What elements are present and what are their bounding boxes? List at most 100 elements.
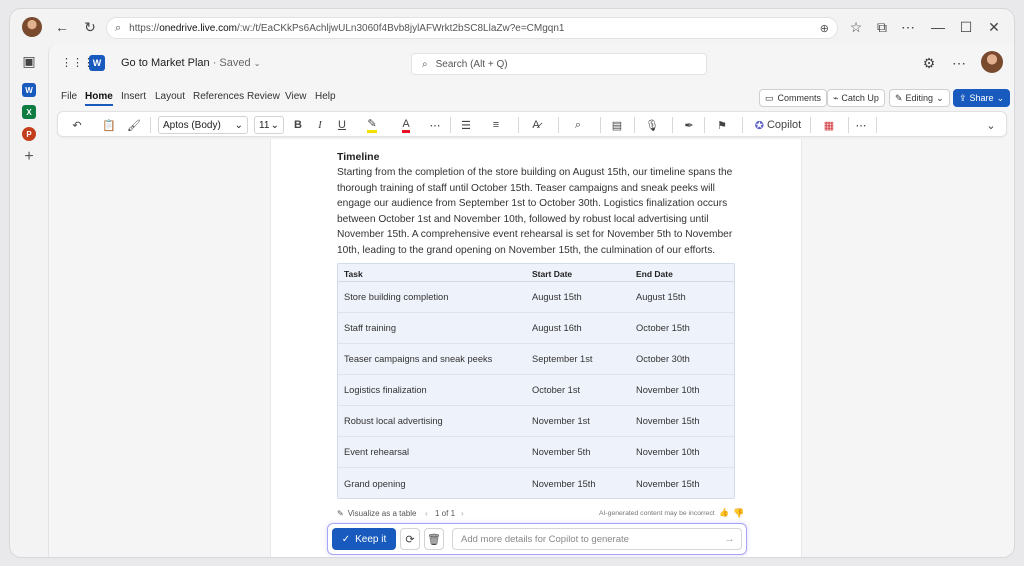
designer-icon[interactable]: ✒: [680, 117, 698, 133]
excel-app-icon[interactable]: X: [22, 105, 36, 119]
document-title[interactable]: Go to Market Plan · Saved ⌄: [121, 57, 260, 69]
font-name-select[interactable]: Aptos (Body) ⌄: [158, 116, 248, 134]
toolbar-divider: [558, 117, 559, 133]
timeline-table[interactable]: Task Start Date End Date Store building …: [337, 263, 735, 499]
sensitivity-icon[interactable]: ⚑: [712, 117, 732, 133]
timeline-paragraph[interactable]: Starting from the completion of the stor…: [337, 165, 735, 259]
user-avatar[interactable]: [981, 51, 1003, 73]
section-heading[interactable]: Timeline: [337, 151, 379, 163]
close-icon[interactable]: ✕: [984, 17, 1004, 37]
thumbs-up-icon[interactable]: 👍: [719, 508, 729, 517]
find-icon[interactable]: ⌕: [568, 117, 588, 133]
chevron-down-icon: ⌄: [270, 119, 279, 131]
app-rail: ▣ W X P +: [10, 45, 48, 557]
thumbs-down-icon[interactable]: 👎: [733, 508, 744, 519]
comment-icon: ▭: [765, 92, 774, 103]
tab-file[interactable]: File: [61, 91, 77, 102]
send-arrow-icon[interactable]: →: [724, 533, 735, 545]
maximize-icon[interactable]: ☐: [956, 17, 976, 37]
powerpoint-app-icon[interactable]: P: [22, 127, 36, 141]
table-row[interactable]: Event rehearsal November 5th November 10…: [338, 437, 734, 468]
editor-icon[interactable]: ▤: [608, 117, 626, 133]
table-row[interactable]: Staff training August 16th October 15th: [338, 313, 734, 344]
tab-layout[interactable]: Layout: [155, 91, 185, 102]
tab-help[interactable]: Help: [315, 91, 336, 102]
undo-icon[interactable]: ↶: [66, 117, 88, 133]
search-box[interactable]: ⌕ Search (Alt + Q): [411, 53, 707, 75]
next-icon[interactable]: ›: [461, 509, 464, 518]
table-header-cell: End Date: [636, 269, 673, 279]
comments-label: Comments: [777, 93, 822, 103]
word-app-icon[interactable]: W: [22, 83, 36, 97]
more-commands-icon[interactable]: ⋯: [854, 117, 868, 133]
expand-ribbon-icon[interactable]: ⌄: [984, 117, 998, 133]
table-row[interactable]: Grand opening November 15th November 15t…: [338, 468, 734, 499]
doc-save-status: · Saved: [209, 57, 254, 69]
underline-button[interactable]: U: [334, 117, 350, 133]
address-bar[interactable]: ⌕ https://onedrive.live.com/:w:/t/EaCKkP…: [106, 17, 838, 39]
discard-trash-icon[interactable]: 🗑: [424, 528, 444, 550]
more-icon[interactable]: ⋯: [898, 17, 918, 37]
editing-mode-button[interactable]: ✎ Editing ⌄: [889, 89, 950, 107]
settings-gear-icon[interactable]: ⚙: [919, 53, 939, 73]
font-size-select[interactable]: 11 ⌄: [254, 116, 284, 134]
table-cell: Event rehearsal: [344, 447, 410, 457]
chevron-down-icon: ⌄: [253, 59, 261, 68]
table-row[interactable]: Robust local advertising November 1st No…: [338, 406, 734, 437]
regenerate-icon[interactable]: ⟳: [400, 528, 420, 550]
italic-button[interactable]: I: [312, 117, 328, 133]
favorites-icon[interactable]: ☆: [846, 17, 866, 37]
font-color-button[interactable]: A: [398, 117, 414, 133]
more-options-icon[interactable]: ⋯: [949, 53, 969, 73]
paste-icon[interactable]: 📋: [98, 117, 120, 133]
font-name-value: Aptos (Body): [163, 119, 221, 131]
bold-button[interactable]: B: [290, 117, 306, 133]
copilot-prompt-input[interactable]: Add more details for Copilot to generate…: [452, 528, 742, 550]
profile-avatar[interactable]: [22, 17, 42, 37]
minimize-icon[interactable]: —: [928, 17, 948, 37]
keep-it-button[interactable]: ✓ Keep it: [332, 528, 396, 550]
bullets-icon[interactable]: ☰: [456, 117, 476, 133]
tab-home[interactable]: Home: [85, 91, 113, 106]
align-icon[interactable]: ≡: [486, 117, 506, 133]
comments-button[interactable]: ▭ Comments: [759, 89, 828, 107]
copilot-button[interactable]: ✪ Copilot: [752, 117, 804, 133]
table-header-cell: Start Date: [532, 269, 573, 279]
app-available-icon[interactable]: ⊕: [820, 22, 829, 35]
browser-window: ← ↻ ⌕ https://onedrive.live.com/:w:/t/Ea…: [9, 8, 1015, 558]
table-row[interactable]: Logistics finalization October 1st Novem…: [338, 375, 734, 406]
catchup-button[interactable]: ⌁ Catch Up: [827, 89, 885, 107]
word-logo-icon[interactable]: W: [89, 55, 105, 71]
tabs-icon[interactable]: ▣: [19, 51, 39, 71]
ai-disclaimer: AI-generated content may be incorrect: [599, 510, 715, 517]
toolbar-divider: [876, 117, 877, 133]
dictate-microphone-icon[interactable]: 🎙: [642, 117, 662, 133]
url-path: /:w:/t/EaCKkPs6AchljwULn3060f4Bvb8jylAFW…: [237, 22, 565, 34]
table-cell: Grand opening: [344, 478, 406, 489]
visualize-table-link[interactable]: ✎ Visualize as a table: [337, 509, 417, 518]
back-icon[interactable]: ←: [52, 17, 72, 37]
highlight-icon[interactable]: ✎: [364, 117, 380, 133]
styles-icon[interactable]: A̷: [526, 117, 546, 133]
toolbar-divider: [600, 117, 601, 133]
tab-insert[interactable]: Insert: [121, 91, 146, 102]
refresh-icon[interactable]: ↻: [80, 17, 100, 37]
table-header-cell: Task: [344, 269, 363, 279]
table-icon[interactable]: ▦: [818, 117, 840, 133]
prev-icon[interactable]: ‹: [425, 509, 428, 518]
format-painter-icon[interactable]: 🖌: [126, 117, 142, 133]
tab-view[interactable]: View: [285, 91, 307, 102]
table-cell: November 15th: [636, 478, 700, 489]
table-row[interactable]: Teaser campaigns and sneak peeks Septemb…: [338, 344, 734, 375]
toolbar-divider: [518, 117, 519, 133]
table-row[interactable]: Store building completion August 15th Au…: [338, 282, 734, 313]
add-icon[interactable]: +: [19, 147, 39, 167]
app-launcher-icon[interactable]: ⋮⋮⋮: [61, 57, 94, 69]
tab-review[interactable]: Review: [247, 91, 280, 102]
share-button[interactable]: ⇪ Share ⌄: [953, 89, 1011, 107]
app-header: ⋮⋮⋮ W Go to Market Plan · Saved ⌄ ⌕ Sear…: [49, 45, 1014, 81]
tab-references[interactable]: References: [193, 91, 244, 102]
prompt-placeholder: Add more details for Copilot to generate: [461, 533, 629, 545]
more-font-options-icon[interactable]: ⋯: [428, 117, 442, 133]
collections-icon[interactable]: ⧉: [872, 17, 892, 37]
